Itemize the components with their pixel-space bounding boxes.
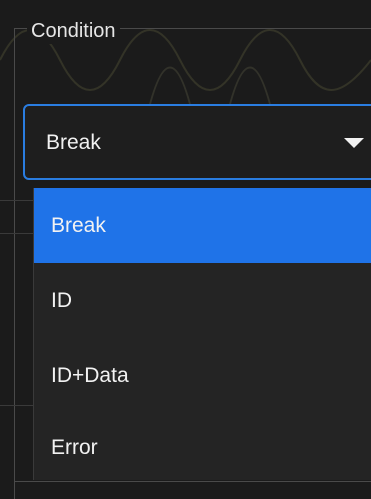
- divider: [0, 405, 33, 406]
- condition-dropdown-menu: Break ID ID+Data Error: [33, 188, 371, 480]
- option-break[interactable]: Break: [34, 188, 371, 263]
- divider: [0, 233, 33, 234]
- condition-panel: Condition Break Break ID ID+Data Error: [0, 0, 371, 499]
- condition-select[interactable]: Break: [23, 104, 371, 180]
- condition-label: Condition: [27, 18, 120, 44]
- option-id[interactable]: ID: [34, 263, 371, 338]
- condition-selected-value: Break: [46, 131, 101, 154]
- caret-down-icon: [344, 138, 364, 148]
- frame-bottom-border: [14, 481, 371, 482]
- divider: [0, 200, 33, 201]
- option-error[interactable]: Error: [34, 410, 371, 485]
- option-id-data[interactable]: ID+Data: [34, 338, 371, 413]
